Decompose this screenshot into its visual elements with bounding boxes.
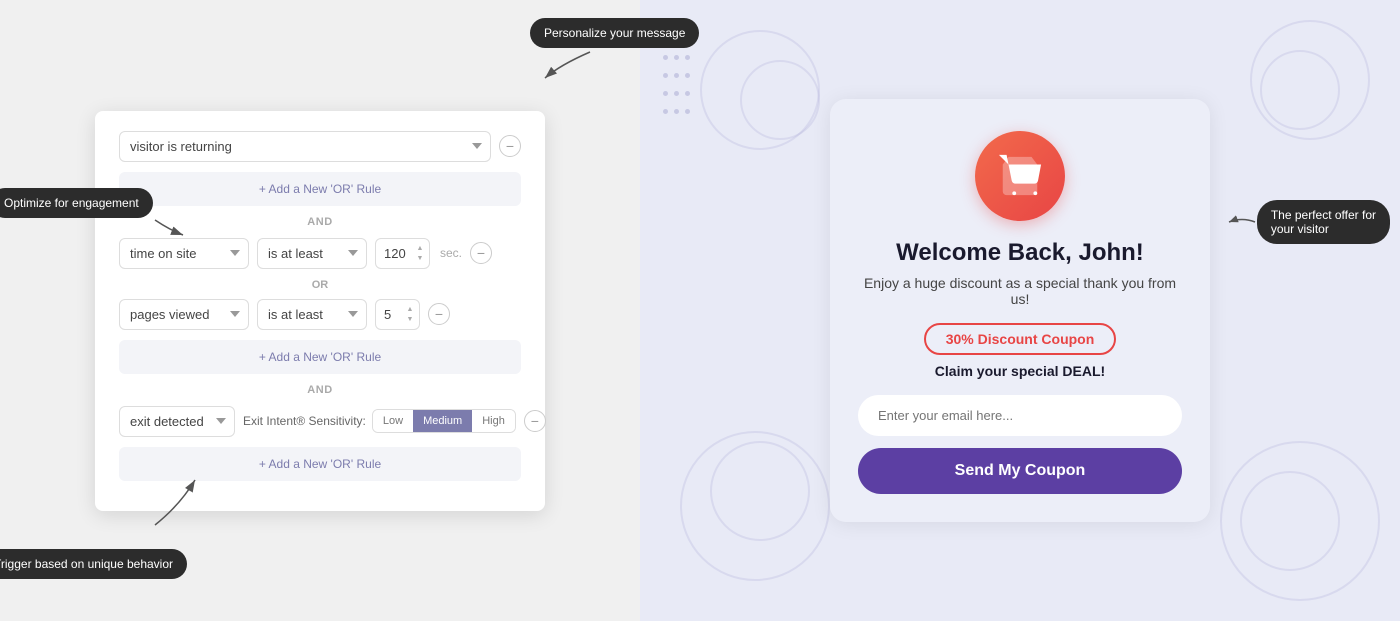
- rule4-select[interactable]: exit detected time on site pages viewed: [119, 406, 235, 437]
- rule-row-1: visitor is returning visitor is new visi…: [119, 131, 521, 162]
- tooltip-trigger: Trigger based on unique behavior: [0, 549, 187, 579]
- popup-title: Welcome Back, John!: [858, 239, 1182, 267]
- or-divider-1: OR: [119, 279, 521, 291]
- remove-rule3-button[interactable]: −: [428, 303, 450, 325]
- rule2-select1[interactable]: time on site pages viewed exit detected: [119, 238, 249, 269]
- rules-card: visitor is returning visitor is new visi…: [95, 111, 545, 511]
- email-input[interactable]: [858, 395, 1182, 436]
- dots-grid: [660, 50, 710, 110]
- send-coupon-button[interactable]: Send My Coupon: [858, 448, 1182, 494]
- claim-text: Claim your special DEAL!: [858, 363, 1182, 379]
- right-panel: The perfect offer for your visitor: [640, 0, 1400, 621]
- exit-sensitivity-label: Exit Intent® Sensitivity:: [243, 414, 366, 428]
- rule2-spinner-up[interactable]: ▲: [414, 244, 426, 253]
- main-container: Personalize your message Optimize for en…: [0, 0, 1400, 621]
- rule-row-2: time on site pages viewed exit detected …: [119, 238, 521, 269]
- rule3-spinners: ▲ ▼: [404, 305, 416, 324]
- rule2-number-wrap: ▲ ▼: [375, 238, 430, 269]
- add-or-rule-bar-2[interactable]: + Add a New 'OR' Rule: [119, 340, 521, 374]
- rule2-spinner-down[interactable]: ▼: [414, 254, 426, 263]
- tooltip-optimize: Optimize for engagement: [0, 188, 153, 218]
- exit-sensitivity-group: Exit Intent® Sensitivity: Low Medium Hig…: [243, 409, 516, 433]
- and-divider-2: AND: [119, 384, 521, 396]
- popup-subtitle: Enjoy a huge discount as a special thank…: [858, 275, 1182, 307]
- rule2-select2[interactable]: is at least is less than is exactly: [257, 238, 367, 269]
- left-panel: Personalize your message Optimize for en…: [0, 0, 640, 621]
- remove-rule4-button[interactable]: −: [524, 410, 546, 432]
- remove-rule2-button[interactable]: −: [470, 242, 492, 264]
- perfect-arrow-icon: [1227, 212, 1257, 232]
- sensitivity-medium-button[interactable]: Medium: [413, 410, 472, 432]
- rule3-number-wrap: ▲ ▼: [375, 299, 420, 330]
- sensitivity-buttons: Low Medium High: [372, 409, 516, 433]
- rule-row-3: pages viewed time on site exit detected …: [119, 299, 521, 330]
- rule1-select[interactable]: visitor is returning visitor is new visi…: [119, 131, 491, 162]
- rule2-unit: sec.: [440, 246, 462, 260]
- add-or-rule-bar-1[interactable]: + Add a New 'OR' Rule: [119, 172, 521, 206]
- cart-icon: [997, 153, 1043, 199]
- tooltip-perfect: The perfect offer for your visitor: [1257, 200, 1390, 244]
- sensitivity-low-button[interactable]: Low: [373, 410, 413, 432]
- rule-row-4: exit detected time on site pages viewed …: [119, 406, 521, 437]
- add-or-rule-bar-3[interactable]: + Add a New 'OR' Rule: [119, 447, 521, 481]
- cart-icon-circle: [975, 131, 1065, 221]
- remove-rule1-button[interactable]: −: [499, 135, 521, 157]
- and-divider-1: AND: [119, 216, 521, 228]
- rule3-spinner-up[interactable]: ▲: [404, 305, 416, 314]
- rule2-spinners: ▲ ▼: [414, 244, 426, 263]
- coupon-badge: 30% Discount Coupon: [924, 323, 1117, 355]
- rule3-select2[interactable]: is at least is less than is exactly: [257, 299, 367, 330]
- popup-card: Welcome Back, John! Enjoy a huge discoun…: [830, 99, 1210, 522]
- sensitivity-high-button[interactable]: High: [472, 410, 515, 432]
- rule3-spinner-down[interactable]: ▼: [404, 315, 416, 324]
- tooltip-personalize: Personalize your message: [530, 18, 699, 48]
- rule3-select1[interactable]: pages viewed time on site exit detected: [119, 299, 249, 330]
